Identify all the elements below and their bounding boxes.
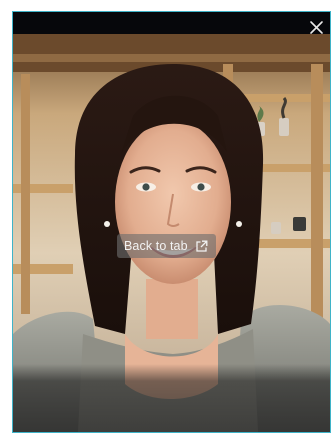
back-to-tab-button[interactable]: Back to tab [117, 234, 216, 258]
close-icon [309, 20, 323, 34]
open-external-icon [195, 240, 208, 252]
picture-in-picture-window: Back to tab [13, 12, 330, 432]
pip-title-bar[interactable] [13, 12, 330, 34]
controls-shade [13, 364, 330, 432]
video-frame[interactable]: Back to tab [13, 34, 330, 432]
back-to-tab-label: Back to tab [124, 239, 188, 253]
